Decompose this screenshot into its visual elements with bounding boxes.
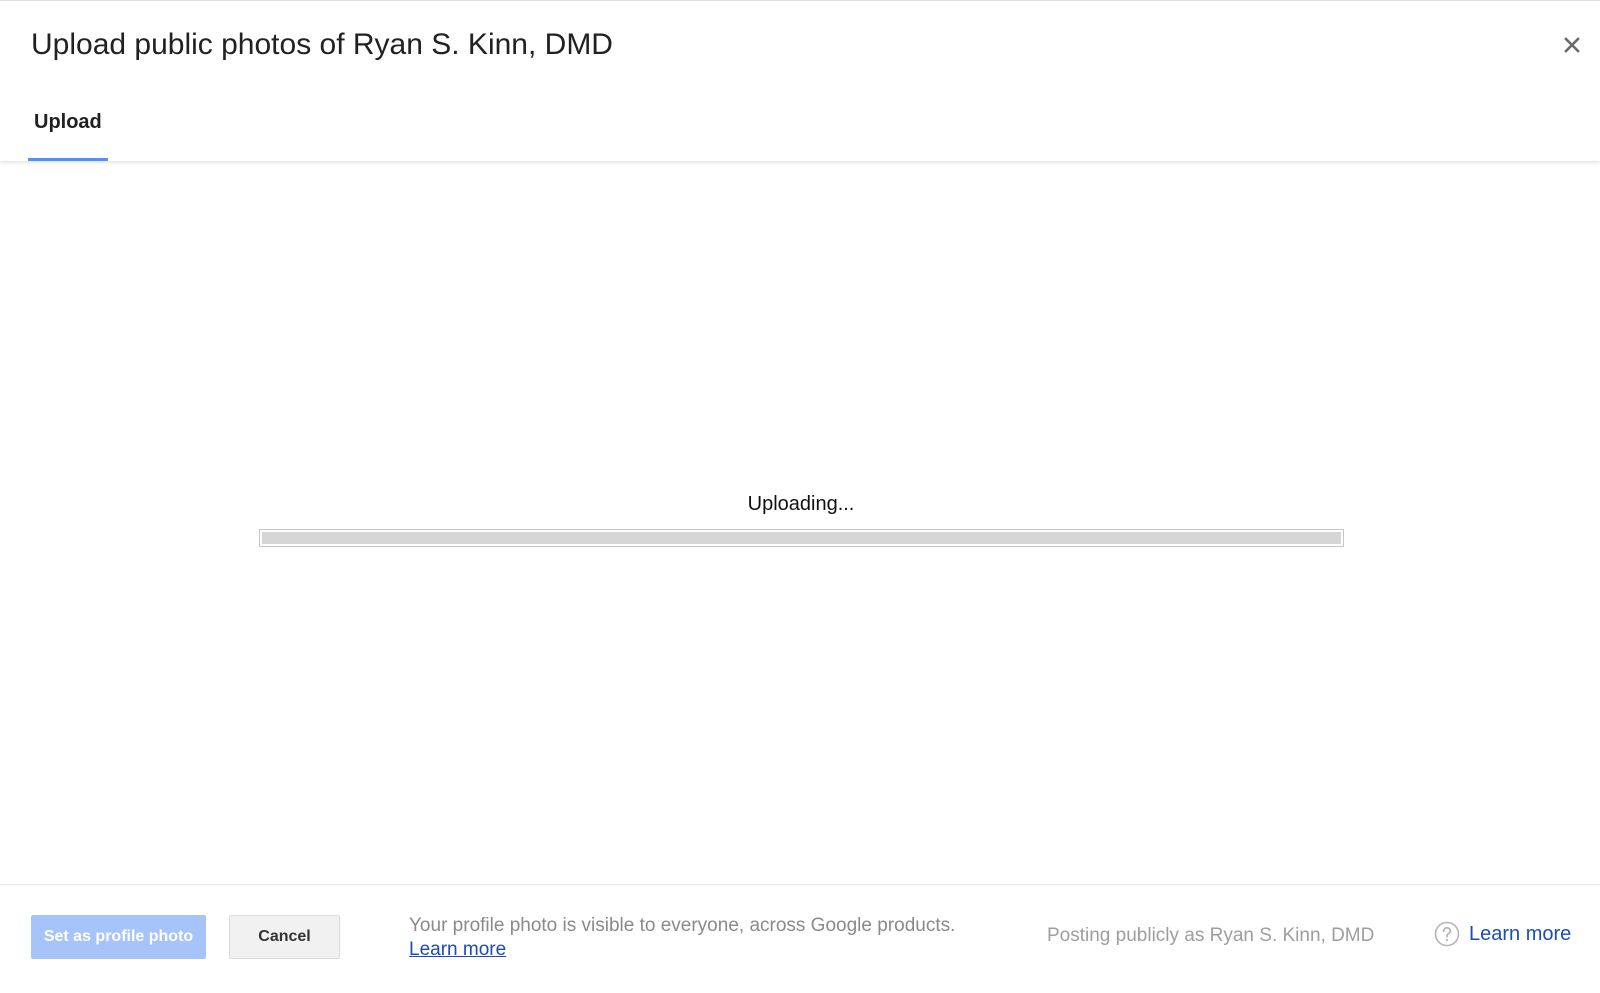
cancel-button[interactable]: Cancel (229, 915, 340, 959)
dialog-header: Upload public photos of Ryan S. Kinn, DM… (0, 1, 1600, 161)
upload-progress-fill (262, 532, 1341, 544)
posting-publicly-as: Posting publicly as Ryan S. Kinn, DMD (1047, 925, 1375, 946)
active-tab-indicator (28, 158, 108, 161)
upload-area: Uploading... (0, 161, 1600, 885)
help-learn-more-link[interactable]: Learn more (1434, 921, 1571, 947)
profile-visibility-text: Your profile photo is visible to everyon… (409, 915, 956, 936)
upload-progress-bar (259, 529, 1344, 547)
help-learn-more-label: Learn more (1469, 922, 1572, 945)
dialog-title: Upload public photos of Ryan S. Kinn, DM… (31, 28, 613, 61)
close-button[interactable] (1556, 29, 1588, 61)
upload-status-text: Uploading... (747, 493, 855, 515)
tab-upload[interactable]: Upload (28, 111, 108, 161)
tab-upload-label: Upload (34, 111, 102, 133)
close-icon (1564, 37, 1580, 53)
tab-bar: Upload (28, 111, 108, 161)
profile-visibility-notice: Your profile photo is visible to everyon… (409, 914, 955, 962)
set-as-profile-photo-button[interactable]: Set as profile photo (31, 915, 206, 959)
dialog-footer: Set as profile photo Cancel Your profile… (0, 884, 1600, 993)
upload-photos-dialog: Upload public photos of Ryan S. Kinn, DM… (0, 0, 1600, 993)
notice-learn-more-link[interactable]: Learn more (409, 939, 506, 960)
help-circle-icon (1434, 921, 1460, 947)
